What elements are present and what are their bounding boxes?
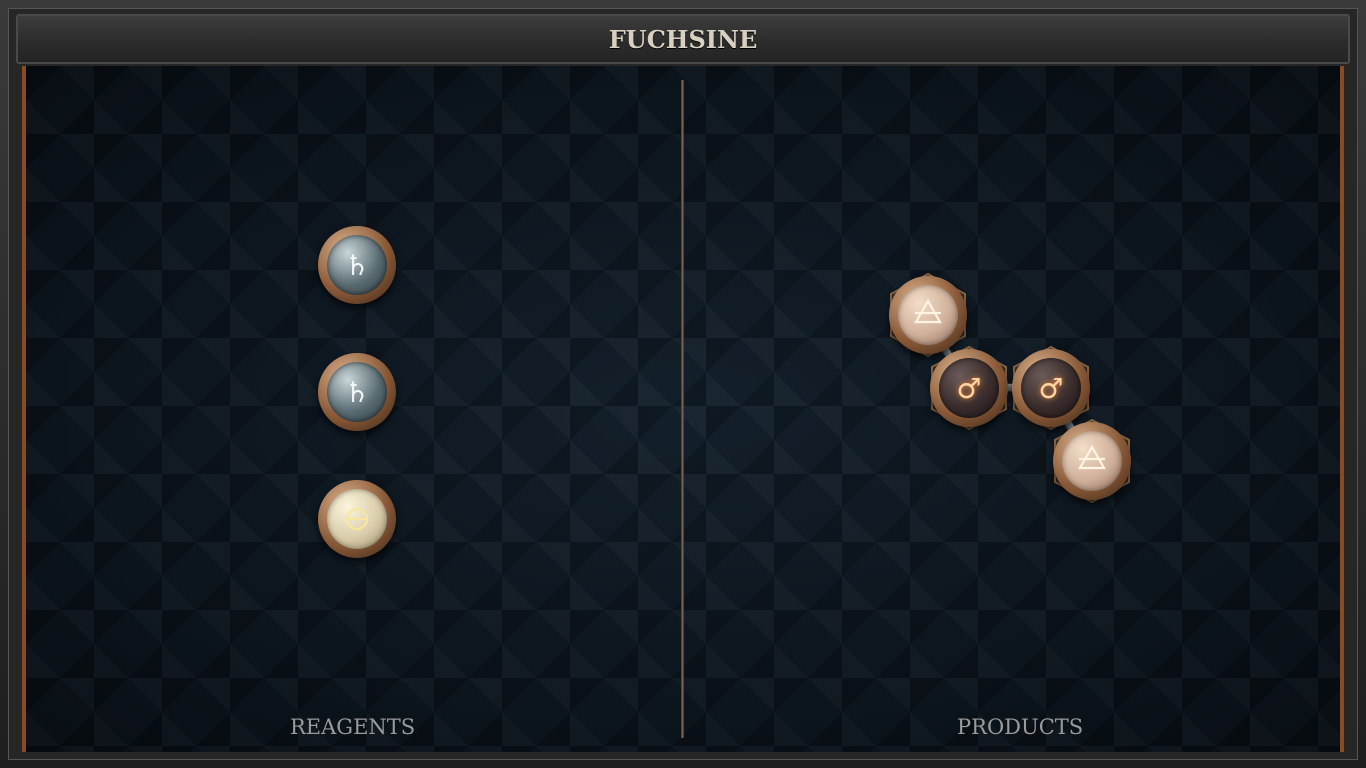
- air-symbol-icon: [1078, 444, 1106, 470]
- puzzle-title: FUCHSINE: [608, 24, 758, 54]
- air-icon: [1062, 431, 1122, 491]
- air-icon: [898, 285, 958, 345]
- products-label: PRODUCTS: [957, 715, 1084, 739]
- product-atom-air-2: [1053, 422, 1131, 500]
- iron-icon: ♂: [1021, 358, 1081, 418]
- reagent-lead-1[interactable]: ♄: [318, 226, 396, 304]
- salt-icon: [327, 489, 387, 549]
- reagents-label: REAGENTS: [290, 715, 416, 739]
- product-atom-iron-2: ♂: [1012, 349, 1090, 427]
- product-atom-iron-1: ♂: [930, 349, 1008, 427]
- lead-icon: ♄: [327, 362, 387, 422]
- iron-icon: ♂: [939, 358, 999, 418]
- panel-divider: [681, 80, 684, 738]
- title-bar: FUCHSINE: [16, 14, 1350, 64]
- air-symbol-icon: [914, 298, 942, 324]
- product-atom-air-1: [889, 276, 967, 354]
- salt-symbol-icon: [345, 507, 369, 531]
- reagent-lead-2[interactable]: ♄: [318, 353, 396, 431]
- lead-icon: ♄: [327, 235, 387, 295]
- reagent-salt[interactable]: [318, 480, 396, 558]
